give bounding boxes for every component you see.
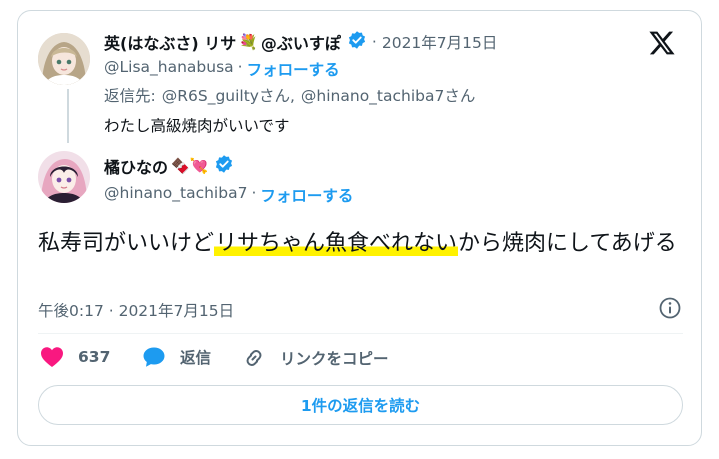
- reply-author-name[interactable]: 英(はなぶさ) リサ: [104, 30, 236, 54]
- separator-dot: ·: [237, 58, 243, 76]
- main-author-name[interactable]: 橘ひなの: [104, 154, 168, 178]
- thread-connector-line: [67, 89, 69, 143]
- reply-author-handle[interactable]: @Lisa_hanabusa: [104, 58, 234, 80]
- reply-author-name-suffix[interactable]: @ぶいすぽ: [261, 30, 341, 54]
- like-count: 637: [78, 348, 111, 366]
- avatar-hinano[interactable]: [38, 151, 90, 203]
- follow-hinano-link[interactable]: フォローする: [260, 184, 353, 206]
- read-replies-button[interactable]: 1件の返信を読む: [38, 385, 683, 425]
- x-logo-icon[interactable]: [647, 29, 677, 65]
- replying-to-user-1[interactable]: @R6S_guiltyさん,: [162, 84, 295, 106]
- main-handle-row: @hinano_tachiba7 · フォローする: [104, 184, 353, 206]
- link-icon: [246, 350, 262, 366]
- follow-lisa-link[interactable]: フォローする: [247, 58, 340, 80]
- reply-handle-row: @Lisa_hanabusa · フォローする: [104, 58, 340, 80]
- main-tweet-text: 私寿司がいいけどリサちゃん魚食べれないから焼肉にしてあげる: [38, 229, 678, 259]
- copy-link-label: リンクをコピー: [280, 350, 389, 368]
- chocolate-heart-emojis: 🍫💘: [171, 157, 209, 175]
- verified-badge-icon: [214, 154, 234, 178]
- replying-to-label: 返信先:: [104, 87, 156, 105]
- read-replies-label: 1件の返信を読む: [300, 397, 421, 415]
- avatar-lisa[interactable]: [38, 33, 90, 85]
- reply-label: 返信: [180, 349, 212, 367]
- info-icon[interactable]: [658, 296, 682, 324]
- main-text-part-1: 私寿司がいいけど: [38, 231, 215, 256]
- like-button[interactable]: 637: [40, 346, 110, 368]
- main-text-highlight: リサちゃん魚食べれない: [214, 231, 459, 256]
- verified-badge-icon: [347, 30, 367, 54]
- bouquet-emoji: 💐: [239, 33, 258, 51]
- reply-tweet-text: わたし高級焼肉がいいです: [104, 117, 290, 135]
- replying-to-user-2[interactable]: @hinano_tachiba7さん: [301, 84, 475, 106]
- divider: [38, 333, 683, 334]
- copy-link-button[interactable]: リンクをコピー: [242, 346, 389, 370]
- heart-icon: [41, 347, 63, 367]
- main-author-handle[interactable]: @hinano_tachiba7: [104, 184, 247, 206]
- replying-to-row: 返信先: @R6S_guiltyさん, @hinano_tachiba7さん: [104, 84, 475, 106]
- main-text-part-2: から焼肉にしてあげる: [458, 231, 677, 256]
- separator-dot: ·: [251, 184, 257, 202]
- main-author-row: 橘ひなの 🍫💘: [104, 154, 234, 178]
- reply-button[interactable]: 返信: [142, 346, 211, 368]
- speech-bubble-icon: [143, 347, 165, 367]
- tweet-embed-card: 英(はなぶさ) リサ 💐 @ぶいすぽ · 2021年7月15日 @Lisa_ha…: [17, 10, 702, 446]
- reply-date[interactable]: 2021年7月15日: [382, 31, 498, 53]
- reply-author-row: 英(はなぶさ) リサ 💐 @ぶいすぽ · 2021年7月15日: [104, 30, 497, 54]
- separator-dot: ·: [371, 33, 377, 51]
- tweet-timestamp[interactable]: 午後0:17 · 2021年7月15日: [38, 299, 234, 321]
